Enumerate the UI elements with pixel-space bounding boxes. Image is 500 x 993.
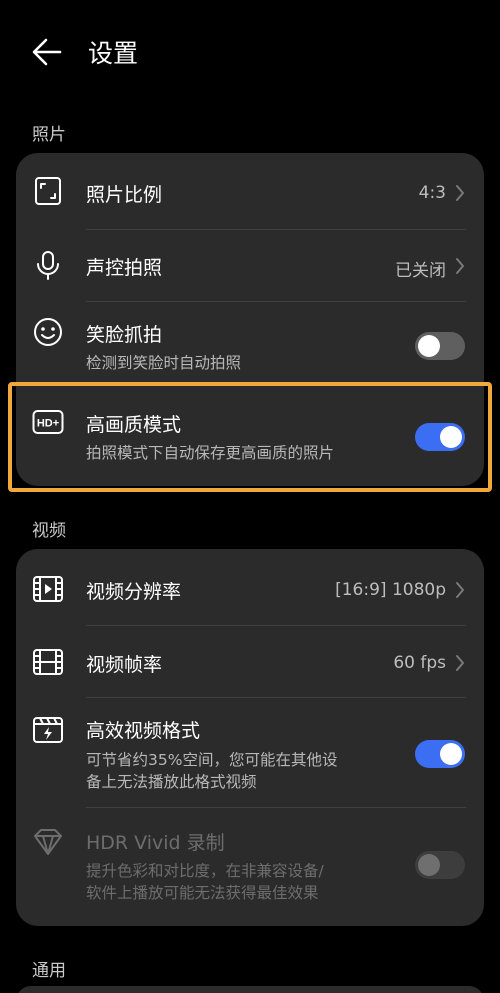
chevron-right-icon — [456, 582, 464, 598]
setting-efficient-video-format[interactable]: 高效视频格式 可节省约35%空间，您可能在其他设 备上无法播放此格式视频 — [16, 698, 484, 808]
hdr-vivid-toggle — [415, 851, 465, 879]
hd-icon-text: HD+ — [37, 418, 59, 430]
general-settings-card — [16, 986, 484, 993]
section-label-general: 通用 — [32, 961, 66, 981]
setting-high-quality-mode[interactable]: HD+ 高画质模式 拍照模式下自动保存更高画质的照片 — [16, 384, 484, 486]
setting-video-resolution[interactable]: 视频分辨率 [16:9] 1080p — [16, 549, 484, 625]
setting-description: 拍照模式下自动保存更高画质的照片 — [86, 444, 335, 462]
setting-label: 笑脸抓拍 — [86, 324, 163, 346]
setting-hdr-vivid: HDR Vivid 录制 提升色彩和对比度，在非兼容设备/ 软件上播放可能无法获… — [16, 808, 484, 926]
setting-video-framerate[interactable]: 视频帧率 60 fps — [16, 626, 484, 698]
film-strip-icon — [33, 649, 63, 675]
setting-label: 照片比例 — [86, 184, 163, 206]
setting-label: HDR Vivid 录制 — [86, 832, 225, 854]
microphone-icon — [37, 251, 59, 280]
setting-smile-capture[interactable]: 笑脸抓拍 检测到笑脸时自动拍照 — [16, 302, 484, 384]
setting-description: 检测到笑脸时自动拍照 — [86, 354, 242, 372]
setting-value: 4:3 — [418, 183, 446, 203]
setting-photo-ratio[interactable]: 照片比例 4:3 — [16, 153, 484, 229]
chevron-right-icon — [456, 185, 464, 201]
setting-label: 高效视频格式 — [86, 720, 201, 742]
setting-label: 视频分辨率 — [86, 581, 182, 603]
toggle-knob — [418, 854, 440, 876]
efficient-format-toggle[interactable] — [415, 740, 465, 768]
setting-voice-capture[interactable]: 声控拍照 已关闭 — [16, 230, 484, 302]
toggle-knob — [440, 743, 462, 765]
setting-label: 高画质模式 — [86, 414, 182, 436]
smile-face-icon — [34, 318, 62, 346]
setting-label: 声控拍照 — [86, 257, 163, 279]
back-arrow-icon[interactable] — [30, 35, 64, 69]
video-film-icon — [33, 576, 63, 602]
setting-description-line1: 可节省约35%空间，您可能在其他设 — [86, 751, 338, 769]
page-title: 设置 — [88, 39, 139, 68]
video-settings-card: 视频分辨率 [16:9] 1080p 视频帧率 60 fps 高效视频格式 可节… — [16, 549, 484, 926]
chevron-right-icon — [456, 258, 464, 274]
setting-value: 已关闭 — [395, 261, 446, 281]
setting-label: 视频帧率 — [86, 654, 163, 676]
smile-capture-toggle[interactable] — [415, 332, 465, 360]
setting-value: [16:9] 1080p — [335, 580, 446, 600]
setting-description-line2: 备上无法播放此格式视频 — [86, 773, 257, 791]
section-label-video: 视频 — [32, 521, 66, 541]
header-bar: 设置 — [0, 0, 500, 100]
high-quality-toggle[interactable] — [415, 423, 465, 451]
setting-description-line2: 软件上播放可能无法获得最佳效果 — [86, 884, 319, 902]
hdr-diamond-icon — [34, 829, 62, 855]
video-flash-icon — [33, 717, 63, 743]
toggle-knob — [418, 335, 440, 357]
setting-value: 60 fps — [393, 653, 446, 673]
setting-description-line1: 提升色彩和对比度，在非兼容设备/ — [86, 862, 324, 880]
toggle-knob — [440, 426, 462, 448]
aspect-ratio-icon — [35, 177, 61, 205]
chevron-right-icon — [456, 655, 464, 671]
section-label-photo: 照片 — [32, 125, 66, 145]
photo-settings-card: 照片比例 4:3 声控拍照 已关闭 笑脸抓拍 检测到笑脸时自动拍照 HD+ 高画… — [16, 153, 484, 486]
hd-plus-icon: HD+ — [32, 410, 64, 434]
